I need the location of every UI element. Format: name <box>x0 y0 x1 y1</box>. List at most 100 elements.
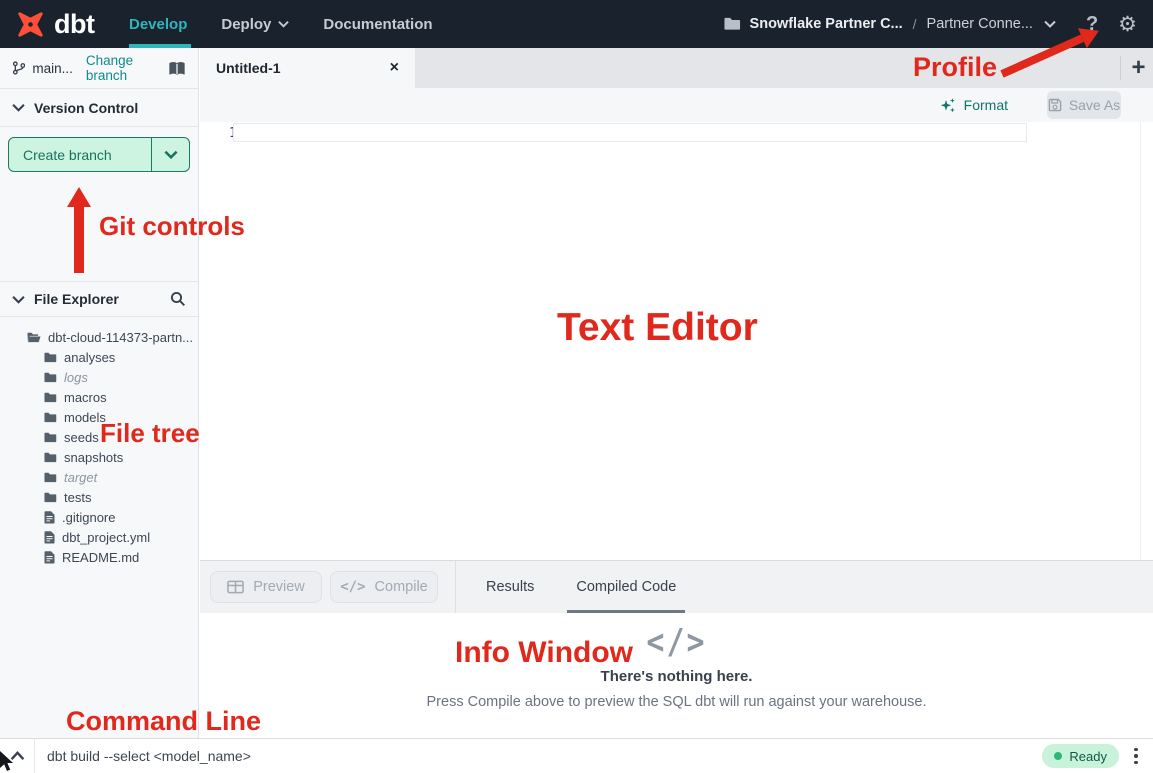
chevron-down-icon <box>278 20 289 28</box>
chevron-down-icon <box>12 295 25 304</box>
file-tree-item[interactable]: logs <box>0 367 198 387</box>
file-tree-item[interactable]: dbt_project.yml <box>0 527 198 547</box>
annotation-file-tree: File tree <box>100 418 200 449</box>
file-tree-item-label: dbt_project.yml <box>62 530 150 545</box>
tab-compiled-code[interactable]: Compiled Code <box>576 561 676 614</box>
annotation-text-editor: Text Editor <box>557 306 758 350</box>
tab-close-icon[interactable]: × <box>390 60 399 76</box>
kebab-menu-icon[interactable] <box>1119 739 1153 773</box>
chevron-down-icon <box>164 150 178 159</box>
editor-active-line[interactable] <box>233 123 1027 142</box>
file-tree-item[interactable]: README.md <box>0 547 198 567</box>
format-label: Format <box>964 97 1008 113</box>
folder-icon <box>44 412 57 423</box>
file-tree-item-label: macros <box>64 390 107 405</box>
command-input[interactable]: dbt build --select <model_name> <box>47 748 251 764</box>
folder-icon <box>724 17 741 31</box>
compile-button[interactable]: </> Compile <box>330 571 438 603</box>
status-badge: Ready <box>1042 744 1119 768</box>
folder-icon <box>44 432 57 443</box>
status-dot-icon <box>1054 752 1062 760</box>
new-tab-button[interactable]: + <box>1124 48 1153 88</box>
annotation-arrow-git-controls <box>67 187 91 273</box>
branch-bar: main... Change branch <box>0 48 198 89</box>
editor-scrollbar-rail[interactable] <box>1140 122 1141 560</box>
folder-icon <box>44 372 57 383</box>
settings-gear-icon[interactable]: ⚙ <box>1118 12 1137 37</box>
file-icon <box>44 511 55 524</box>
version-control-title: Version Control <box>34 100 138 116</box>
project-selector[interactable]: Snowflake Partner C... / Partner Conne..… <box>724 16 1056 32</box>
file-tree-item-label: dbt-cloud-114373-partn... <box>48 330 193 345</box>
save-floppy-icon <box>1048 98 1062 112</box>
file-tree-item[interactable]: snapshots <box>0 447 198 467</box>
table-icon <box>227 580 244 594</box>
nav-deploy-label: Deploy <box>221 16 271 33</box>
file-tree-item-label: seeds <box>64 430 99 445</box>
nav-documentation[interactable]: Documentation <box>323 16 432 33</box>
editor-toolbar: Format Save As <box>200 88 1153 122</box>
results-panel-header: Preview </> Compile Results Compiled Cod… <box>200 560 1153 613</box>
account-name: Snowflake Partner C... <box>750 16 903 32</box>
file-tree-item-label: logs <box>64 370 88 385</box>
file-tree-item[interactable]: tests <box>0 487 198 507</box>
compile-label: Compile <box>375 579 428 595</box>
file-tree-item[interactable]: dbt-cloud-114373-partn... <box>0 327 198 347</box>
file-tree-item-label: analyses <box>64 350 115 365</box>
folder-icon <box>44 492 57 503</box>
file-explorer-header[interactable]: File Explorer <box>0 281 198 317</box>
nav-develop[interactable]: Develop <box>129 16 187 33</box>
save-as-label: Save As <box>1069 97 1120 113</box>
open-folder-icon <box>27 332 41 343</box>
folder-icon <box>44 352 57 363</box>
app-header: dbt Develop Deploy Documentation Snowfla… <box>0 0 1153 48</box>
preview-label: Preview <box>253 579 305 595</box>
code-slash-icon: </> <box>646 622 706 662</box>
create-branch-dropdown[interactable] <box>151 138 189 171</box>
chevron-down-icon <box>1044 20 1056 28</box>
annotation-command-line: Command Line <box>66 706 261 737</box>
status-label: Ready <box>1069 749 1107 764</box>
change-branch-link[interactable]: Change branch <box>86 53 168 83</box>
panel-divider <box>455 561 456 614</box>
file-tree-item[interactable]: macros <box>0 387 198 407</box>
tab-results[interactable]: Results <box>486 561 534 614</box>
path-separator: / <box>913 16 917 32</box>
empty-state-subtitle: Press Compile above to preview the SQL d… <box>427 694 927 710</box>
file-explorer-title: File Explorer <box>34 291 119 307</box>
mouse-cursor-icon <box>0 751 16 773</box>
create-branch-button[interactable]: Create branch <box>8 137 190 172</box>
docs-book-icon[interactable] <box>168 61 186 76</box>
version-control-header[interactable]: Version Control <box>0 89 198 127</box>
file-tree-item[interactable]: .gitignore <box>0 507 198 527</box>
file-tree-item[interactable]: analyses <box>0 347 198 367</box>
command-line-bar: dbt build --select <model_name> Ready <box>0 738 1153 773</box>
annotation-git-controls: Git controls <box>99 211 245 242</box>
create-branch-label: Create branch <box>9 147 151 163</box>
code-icon: </> <box>340 579 365 595</box>
nav-deploy[interactable]: Deploy <box>221 16 289 33</box>
project-name: Partner Conne... <box>927 16 1033 32</box>
tab-bar-divider <box>1120 56 1121 80</box>
tab-untitled-1[interactable]: Untitled-1 × <box>200 48 415 88</box>
header-nav: Develop Deploy Documentation <box>129 0 433 48</box>
dbt-logo: dbt <box>14 0 94 48</box>
dbt-logo-icon <box>14 8 47 41</box>
file-tree-item-label: tests <box>64 490 91 505</box>
file-icon <box>44 531 55 544</box>
annotation-profile: Profile <box>913 52 997 83</box>
preview-button[interactable]: Preview <box>210 571 322 603</box>
folder-icon <box>44 452 57 463</box>
file-tree-item[interactable]: target <box>0 467 198 487</box>
format-button[interactable]: Format <box>939 97 1008 114</box>
file-search-icon[interactable] <box>170 291 186 307</box>
file-tree-item-label: snapshots <box>64 450 123 465</box>
sidebar: main... Change branch Version Control Cr… <box>0 48 199 738</box>
file-tree-item-label: .gitignore <box>62 510 115 525</box>
file-tree-item-label: target <box>64 470 97 485</box>
info-window: </> There's nothing here. Press Compile … <box>200 613 1153 738</box>
save-as-button[interactable]: Save As <box>1047 91 1121 119</box>
logo-text: dbt <box>54 9 94 40</box>
current-branch-name[interactable]: main... <box>32 61 73 76</box>
tab-title: Untitled-1 <box>216 60 281 76</box>
